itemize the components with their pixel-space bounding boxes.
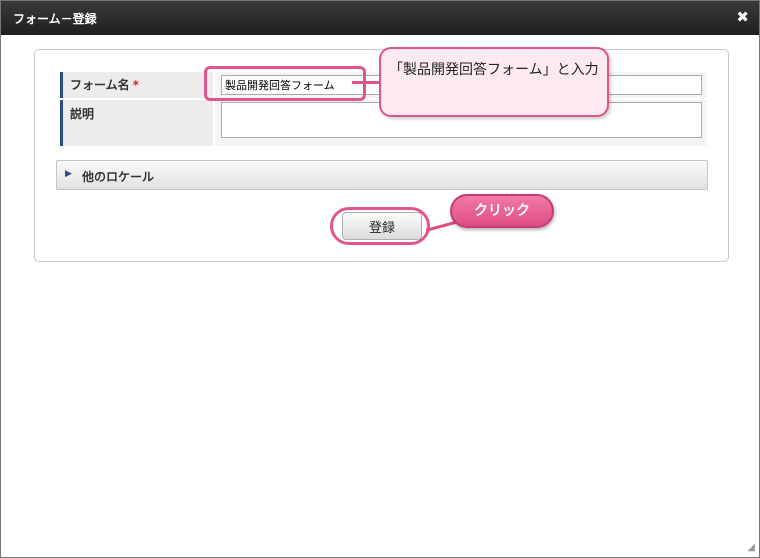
- balloon-pointer: [352, 81, 381, 84]
- register-button-highlight: [330, 207, 430, 245]
- expand-triangle-icon: ▶: [65, 169, 72, 179]
- close-icon[interactable]: ✖: [736, 8, 749, 26]
- click-callout: クリック: [450, 194, 554, 228]
- description-label: 説明: [60, 100, 213, 146]
- name-input-highlight: [204, 66, 366, 101]
- other-locale-label: 他のロケール: [82, 170, 155, 184]
- required-mark: *: [132, 78, 139, 92]
- form-name-label-text: フォーム名: [70, 78, 130, 92]
- dialog-title: フォーム－登録: [13, 12, 97, 26]
- instruction-balloon: 「製品開発回答フォーム」と入力: [379, 47, 609, 117]
- other-locale-toggle[interactable]: ▶ 他のロケール: [56, 160, 708, 190]
- form-name-label: フォーム名 *: [60, 72, 213, 98]
- dialog-titlebar: フォーム－登録 ✖: [1, 1, 759, 35]
- resize-grip-icon[interactable]: ◢: [747, 542, 755, 553]
